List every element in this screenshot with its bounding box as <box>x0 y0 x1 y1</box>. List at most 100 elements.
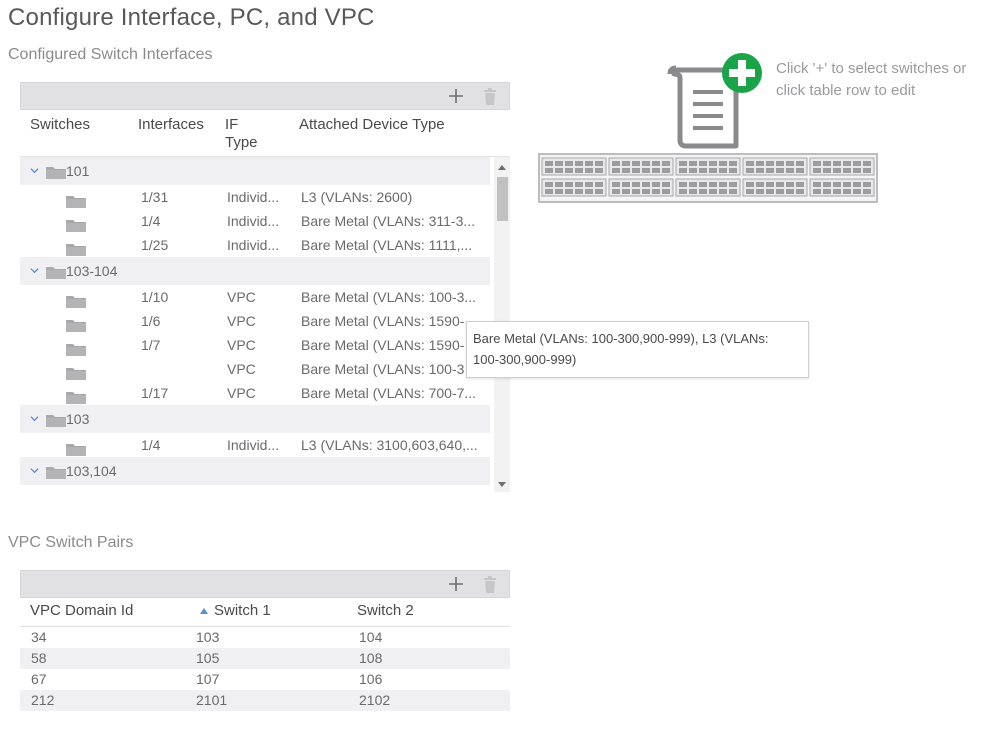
interface-row[interactable]: 1/10 VPC Bare Metal (VLANs: 100-3... <box>20 285 490 309</box>
interface-row[interactable]: 1/17 VPC Bare Metal (VLANs: 700-7... <box>20 381 490 405</box>
folder-icon <box>46 265 66 279</box>
device-type-cell: L3 (VLANs: 3100,603,640,... <box>301 437 478 453</box>
chevron-down-icon[interactable] <box>30 466 39 475</box>
device-type-tooltip: Bare Metal (VLANs: 100-300,900-999), L3 … <box>466 321 809 378</box>
trash-icon <box>484 575 496 593</box>
folder-icon <box>66 390 86 404</box>
scroll-down-icon[interactable] <box>498 482 506 487</box>
vpc-pair-row[interactable]: 34 103 104 <box>20 627 510 648</box>
if-type-cell: VPC <box>227 361 256 377</box>
interface-row[interactable]: 1/31 Individ... L3 (VLANs: 2600) <box>20 185 490 209</box>
scroll-up-icon[interactable] <box>498 165 506 170</box>
interface-cell: 1/10 <box>141 289 169 305</box>
folder-icon <box>46 165 66 179</box>
if-type-cell: VPC <box>227 289 256 305</box>
switch-device-icon <box>538 153 878 203</box>
add-vpc-pair-button[interactable] <box>445 573 467 595</box>
vpc-pair-row[interactable]: 67 107 106 <box>20 669 510 690</box>
col-vpc-domain-id[interactable]: VPC Domain Id <box>30 602 133 620</box>
section-title-vpc-pairs: VPC Switch Pairs <box>8 534 134 551</box>
col-attached-device-type[interactable]: Attached Device Type <box>299 116 445 134</box>
device-type-cell: Bare Metal (VLANs: 700-7... <box>301 385 477 401</box>
switch-group-name: 101 <box>66 163 90 179</box>
col-switch-1-label: Switch 1 <box>214 602 271 619</box>
add-circle-icon[interactable] <box>721 52 763 94</box>
switch-group-name: 103-104 <box>66 263 118 279</box>
folder-icon <box>66 194 86 208</box>
folder-icon <box>66 366 86 380</box>
trash-icon <box>484 87 496 105</box>
device-type-cell: Bare Metal (VLANs: 1111,... <box>301 237 473 253</box>
scroll-thumb[interactable] <box>497 177 508 221</box>
switch-1-cell: 103 <box>196 629 220 645</box>
device-type-cell: Bare Metal (VLANs: 100-3 <box>301 361 465 377</box>
plus-icon <box>449 89 463 103</box>
interface-cell: 1/7 <box>141 337 161 353</box>
col-if-type[interactable]: IF Type <box>225 116 258 152</box>
plus-icon <box>449 577 463 591</box>
device-type-cell: Bare Metal (VLANs: 100-3... <box>301 289 477 305</box>
folder-icon <box>66 218 86 232</box>
switch-group-row[interactable]: 103,104 <box>20 457 490 485</box>
vpc-pair-row[interactable]: 212 2101 2102 <box>20 690 510 711</box>
if-type-cell: VPC <box>227 313 256 329</box>
tooltip-line-1: Bare Metal (VLANs: 100-300,900-999), L3 … <box>473 331 769 346</box>
device-type-cell: Bare Metal (VLANs: 311-3... <box>301 213 476 229</box>
chevron-down-icon[interactable] <box>30 414 39 423</box>
tooltip-line-2: 100-300,900-999) <box>473 352 577 367</box>
add-interface-button[interactable] <box>445 85 467 107</box>
delete-interface-button[interactable] <box>479 85 501 107</box>
col-if-type-line1: IF <box>225 116 239 133</box>
chevron-down-icon[interactable] <box>30 166 39 175</box>
delete-vpc-pair-button[interactable] <box>479 573 501 595</box>
chevron-down-icon[interactable] <box>30 266 39 275</box>
interface-row[interactable]: 1/6 VPC Bare Metal (VLANs: 1590- <box>20 309 490 333</box>
switch-1-cell: 2101 <box>196 692 228 708</box>
switch-group-row[interactable]: 103 <box>20 405 490 433</box>
if-type-cell: VPC <box>227 337 256 353</box>
interface-row[interactable]: 1/25 Individ... Bare Metal (VLANs: 1111,..… <box>20 233 490 257</box>
vpc-domain-cell: 34 <box>31 629 47 645</box>
switch-1-cell: 107 <box>196 671 220 687</box>
interface-cell: 1/4 <box>141 213 161 229</box>
interface-cell: 1/25 <box>141 237 169 253</box>
empty-state-hint: Click '+' to select switches or click ta… <box>776 58 966 102</box>
device-type-cell: Bare Metal (VLANs: 1590- <box>301 313 465 329</box>
vpc-domain-cell: 58 <box>31 650 47 666</box>
col-switches[interactable]: Switches <box>30 116 90 134</box>
vpc-table-body: 34 103 104 58 105 108 67 107 106 212 2101 2102 <box>20 626 510 711</box>
folder-icon <box>66 318 86 332</box>
folder-icon <box>66 242 86 256</box>
switch-2-cell: 106 <box>359 671 383 687</box>
vpc-pair-row[interactable]: 58 105 108 <box>20 648 510 669</box>
col-switch-2[interactable]: Switch 2 <box>357 602 414 620</box>
vpc-toolbar <box>20 570 510 598</box>
folder-icon <box>66 342 86 356</box>
page-title: Configure Interface, PC, and VPC <box>8 4 375 31</box>
col-interfaces[interactable]: Interfaces <box>138 116 204 134</box>
hint-line-2: click table row to edit <box>776 82 916 99</box>
interface-cell: 1/4 <box>141 437 161 453</box>
switch-group-row[interactable]: 103-104 <box>20 257 490 285</box>
section-title-switch-interfaces: Configured Switch Interfaces <box>8 46 213 63</box>
switch-group-name: 103,104 <box>66 463 117 479</box>
switch-1-cell: 105 <box>196 650 220 666</box>
interface-row[interactable]: 1/4 Individ... Bare Metal (VLANs: 311-3... <box>20 209 490 233</box>
switch-group-row[interactable]: 101 <box>20 157 490 185</box>
switch-2-cell: 108 <box>359 650 383 666</box>
if-type-cell: Individ... <box>227 189 280 205</box>
interface-row[interactable]: 1/7 VPC Bare Metal (VLANs: 1590- <box>20 333 490 357</box>
sort-asc-icon <box>200 608 208 615</box>
col-switch-1[interactable]: Switch 1 <box>200 602 271 620</box>
interfaces-table-body[interactable]: 101 1/31 Individ... L3 (VLANs: 2600) 1/4 Indi… <box>20 156 510 492</box>
folder-icon <box>66 442 86 456</box>
interfaces-toolbar <box>20 82 510 110</box>
switch-group-name: 103 <box>66 411 90 427</box>
interface-cell: 1/6 <box>141 313 161 329</box>
folder-icon <box>66 294 86 308</box>
interface-row[interactable]: VPC Bare Metal (VLANs: 100-3 <box>20 357 490 381</box>
interface-row[interactable]: 1/4 Individ... L3 (VLANs: 3100,603,640,... <box>20 433 490 457</box>
hint-line-1: Click '+' to select switches or <box>776 60 967 77</box>
if-type-cell: Individ... <box>227 237 280 253</box>
device-type-cell: L3 (VLANs: 2600) <box>301 189 413 205</box>
